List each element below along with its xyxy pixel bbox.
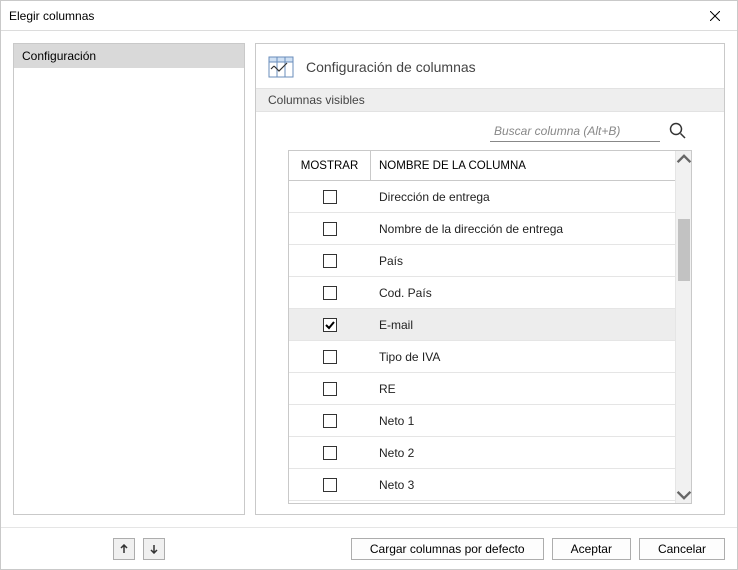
chevron-down-icon [676,487,692,503]
row-checkbox[interactable] [323,254,337,268]
header-mostrar[interactable]: MOSTRAR [289,151,371,180]
row-checkbox[interactable] [323,318,337,332]
table-container: MOSTRAR NOMBRE DE LA COLUMNA Dirección d… [288,150,692,504]
table-row[interactable]: Neto 1 [289,405,675,437]
search-icon [668,121,688,141]
row-checkbox[interactable] [323,286,337,300]
header-nombre[interactable]: NOMBRE DE LA COLUMNA [371,151,675,180]
cell-name: Tipo de IVA [371,350,675,364]
move-up-button[interactable] [113,538,135,560]
cell-name: Neto 3 [371,478,675,492]
move-down-button[interactable] [143,538,165,560]
titlebar: Elegir columnas [1,1,737,31]
main-title: Configuración de columnas [306,59,476,75]
sidebar-item-configuracion[interactable]: Configuración [14,44,244,68]
scroll-down[interactable] [676,487,692,503]
columns-icon [268,54,294,80]
cell-show [289,382,371,396]
row-checkbox[interactable] [323,382,337,396]
search-row [256,112,724,150]
row-checkbox[interactable] [323,478,337,492]
sidebar-item-label: Configuración [22,49,96,63]
section-label: Columnas visibles [256,88,724,112]
accept-button[interactable]: Aceptar [552,538,631,560]
row-checkbox[interactable] [323,350,337,364]
cancel-button[interactable]: Cancelar [639,538,725,560]
footer: Cargar columnas por defecto Aceptar Canc… [1,527,737,569]
scroll-up[interactable] [676,151,692,167]
cell-name: País [371,254,675,268]
dialog-body: Configuración Configuración de columnas … [1,31,737,527]
cell-show [289,350,371,364]
footer-buttons: Cargar columnas por defecto Aceptar Canc… [351,538,725,560]
cell-show [289,414,371,428]
cell-show [289,478,371,492]
table-row[interactable]: País [289,245,675,277]
cell-name: E-mail [371,318,675,332]
cell-name: RE [371,382,675,396]
window: Elegir columnas Configuración [0,0,738,570]
cell-show [289,222,371,236]
table-row[interactable]: Neto 3 [289,469,675,501]
arrow-up-icon [119,544,129,554]
cell-name: Cod. País [371,286,675,300]
scrollbar[interactable] [675,151,691,503]
arrow-down-icon [149,544,159,554]
row-checkbox[interactable] [323,222,337,236]
chevron-up-icon [676,151,692,167]
table-row[interactable]: Nombre de la dirección de entrega [289,213,675,245]
cell-show [289,318,371,332]
table-row[interactable]: RE [289,373,675,405]
table-row[interactable]: Cod. País [289,277,675,309]
scroll-thumb[interactable] [678,219,690,281]
check-icon [325,320,335,330]
cell-show [289,254,371,268]
sidebar: Configuración [13,43,245,515]
main-panel: Configuración de columnas Columnas visib… [255,43,725,515]
table-row[interactable]: Dirección de entrega [289,181,675,213]
table-row[interactable]: Tipo de IVA [289,341,675,373]
cell-name: Neto 2 [371,446,675,460]
cell-show [289,190,371,204]
cell-name: Nombre de la dirección de entrega [371,222,675,236]
columns-table: MOSTRAR NOMBRE DE LA COLUMNA Dirección d… [289,151,675,503]
search-button[interactable] [668,121,688,141]
cell-name: Dirección de entrega [371,190,675,204]
main-header: Configuración de columnas [256,44,724,88]
window-title: Elegir columnas [9,9,692,23]
row-checkbox[interactable] [323,414,337,428]
row-checkbox[interactable] [323,446,337,460]
close-icon [710,11,720,21]
table-row[interactable]: Neto 2 [289,437,675,469]
cell-show [289,446,371,460]
table-row[interactable]: E-mail [289,309,675,341]
cell-show [289,286,371,300]
close-button[interactable] [692,1,737,31]
cell-name: Neto 1 [371,414,675,428]
row-checkbox[interactable] [323,190,337,204]
search-input[interactable] [490,120,660,142]
table-body: Dirección de entrega Nombre de la direcci… [289,181,675,503]
load-defaults-button[interactable]: Cargar columnas por defecto [351,538,544,560]
table-header: MOSTRAR NOMBRE DE LA COLUMNA [289,151,675,181]
